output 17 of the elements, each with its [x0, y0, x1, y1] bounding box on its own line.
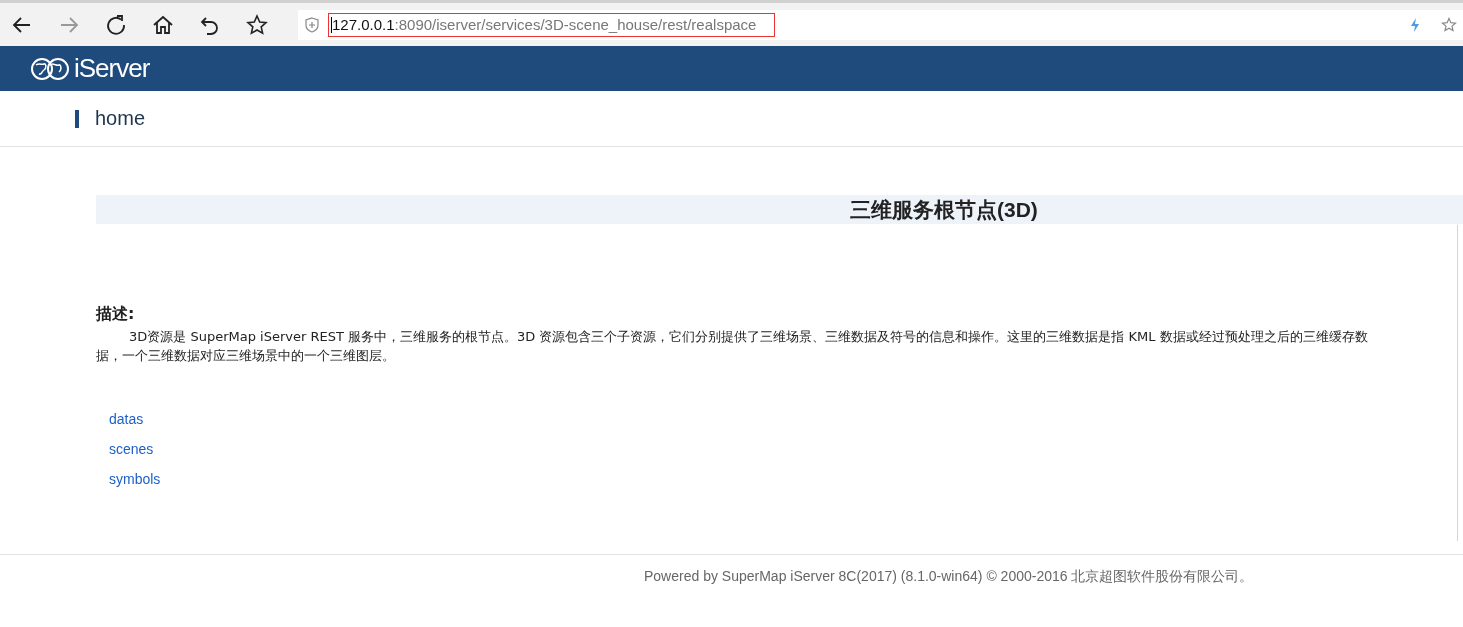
footer-text: Powered by SuperMap iServer 8C(2017) (8.1.0-win64) © 2000-2016 北京超图软件股份有限公司。 [644, 568, 1254, 584]
breadcrumb-link[interactable]: home [95, 107, 146, 130]
globe-logo-icon [30, 56, 70, 81]
description-heading: 描述: [96, 304, 136, 325]
resource-link[interactable]: scenes [109, 441, 154, 457]
star-icon[interactable] [1441, 16, 1457, 33]
resource-link[interactable]: datas [109, 411, 144, 427]
shield-icon [304, 16, 320, 33]
address-bar[interactable]: 127.0.0.1:8090/iserver/services/3D-scene_house/rest/realspace [298, 9, 1463, 40]
url-path: :8090/iserver/services/3D-scene_house/rest/realspace [394, 16, 757, 33]
url-host: 127.0.0.1 [332, 16, 395, 33]
reload-icon[interactable] [104, 12, 128, 37]
resource-link[interactable]: symbols [109, 471, 161, 487]
description-text: 3D资源是 SuperMap iServer REST 服务中，三维服务的根节点。3D 资源包含三个子资源，它们分别提供了三维场景、三维数据及符号的信息和操作。这里的三维数据是指 KML 数据或经过预处理之后的三维缓存数据，一个三维数据对应三维场景中的一个三维图层。 [96, 328, 1369, 365]
star-icon[interactable] [245, 12, 269, 37]
page-title: 三维服务根节点(3D) [850, 196, 1038, 223]
logo-text: iServer [74, 53, 150, 84]
